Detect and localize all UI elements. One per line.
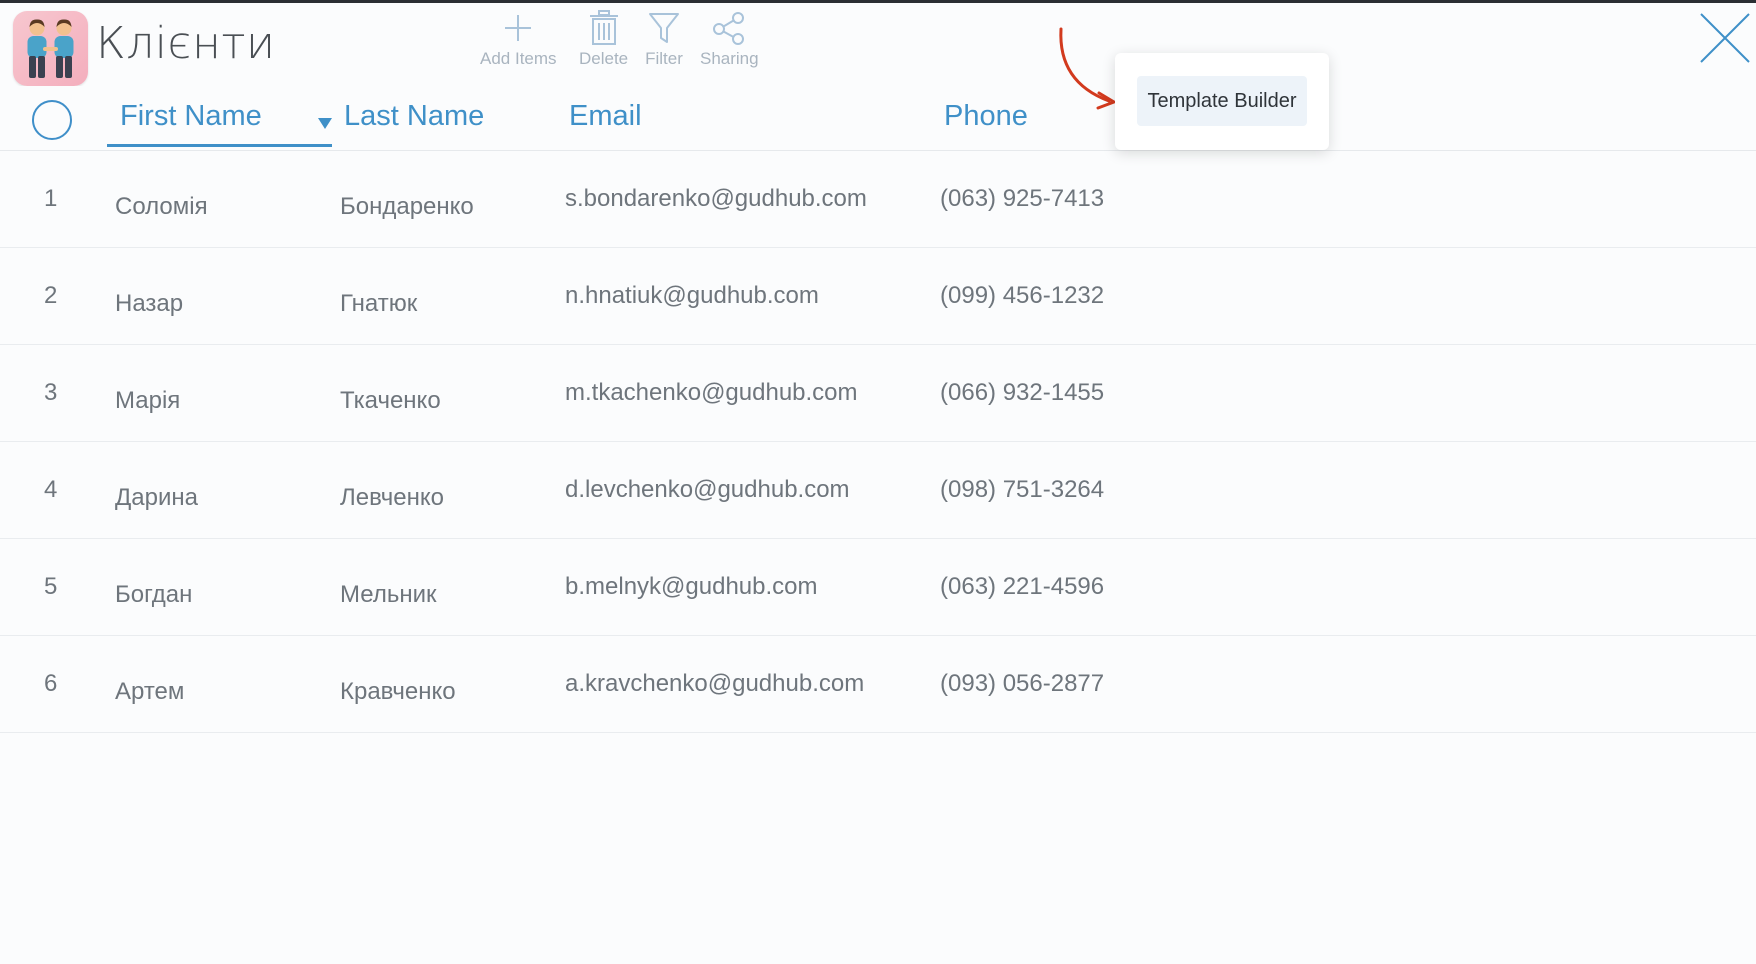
column-header-last-name[interactable]: Last Name bbox=[344, 100, 484, 133]
add-items-button[interactable]: Add Items bbox=[480, 8, 557, 72]
cell-phone: (063) 925-7413 bbox=[940, 185, 1105, 212]
sharing-label: Sharing bbox=[700, 49, 759, 68]
cell-last-name: Бондаренко bbox=[340, 193, 474, 220]
cell-email: m.tkachenko@gudhub.com bbox=[565, 379, 858, 406]
table-header: First Name Last Name Email Phone bbox=[0, 86, 1756, 151]
app-window: Клієнти Add Items Delete Filter Sharing … bbox=[0, 0, 1756, 964]
plus-icon bbox=[498, 8, 538, 48]
row-number: 2 bbox=[44, 282, 58, 309]
top-border bbox=[0, 0, 1756, 3]
table-row[interactable]: 6 Артем Кравченко a.kravchenko@gudhub.co… bbox=[0, 636, 1756, 733]
sharing-button[interactable]: Sharing bbox=[700, 8, 759, 72]
cell-first-name: Дарина bbox=[115, 484, 198, 511]
table-body: 1 Соломія Бондаренко s.bondarenko@gudhub… bbox=[0, 151, 1756, 733]
page-title: Клієнти bbox=[96, 18, 276, 69]
row-number: 3 bbox=[44, 379, 58, 406]
add-items-label: Add Items bbox=[480, 49, 557, 68]
cell-last-name: Мельник bbox=[340, 581, 437, 608]
row-number: 6 bbox=[44, 670, 58, 697]
template-builder-popover: Template Builder bbox=[1115, 53, 1329, 150]
share-icon bbox=[709, 8, 749, 48]
delete-label: Delete bbox=[579, 49, 629, 68]
table-row[interactable]: 1 Соломія Бондаренко s.bondarenko@gudhub… bbox=[0, 151, 1756, 248]
cell-first-name: Соломія bbox=[115, 193, 208, 220]
column-header-first-name[interactable]: First Name bbox=[120, 100, 262, 133]
cell-phone: (099) 456-1232 bbox=[940, 282, 1105, 309]
cell-phone: (066) 932-1455 bbox=[940, 379, 1105, 406]
cell-phone: (063) 221-4596 bbox=[940, 573, 1105, 600]
cell-email: n.hnatiuk@gudhub.com bbox=[565, 282, 819, 309]
cell-first-name: Артем bbox=[115, 678, 185, 705]
table-row[interactable]: 4 Дарина Левченко d.levchenko@gudhub.com… bbox=[0, 442, 1756, 539]
template-builder-button[interactable]: Template Builder bbox=[1137, 76, 1307, 126]
sort-indicator-underline bbox=[107, 144, 332, 147]
column-header-phone[interactable]: Phone bbox=[944, 100, 1028, 133]
delete-button[interactable]: Delete bbox=[579, 8, 628, 72]
cell-last-name: Кравченко bbox=[340, 678, 456, 705]
select-all-checkbox[interactable] bbox=[32, 100, 72, 140]
cell-email: b.melnyk@gudhub.com bbox=[565, 573, 818, 600]
filter-button[interactable]: Filter bbox=[644, 8, 684, 72]
filter-icon bbox=[644, 8, 684, 48]
row-number: 5 bbox=[44, 573, 58, 600]
column-header-email[interactable]: Email bbox=[569, 100, 642, 133]
cell-phone: (098) 751-3264 bbox=[940, 476, 1105, 503]
close-icon[interactable] bbox=[1697, 10, 1753, 66]
row-number: 1 bbox=[44, 185, 58, 212]
cell-last-name: Левченко bbox=[340, 484, 444, 511]
sort-desc-icon[interactable] bbox=[318, 118, 332, 129]
trash-icon bbox=[584, 8, 624, 48]
cell-email: a.kravchenko@gudhub.com bbox=[565, 670, 865, 697]
table-row[interactable]: 5 Богдан Мельник b.melnyk@gudhub.com (06… bbox=[0, 539, 1756, 636]
cell-last-name: Гнатюк bbox=[340, 290, 418, 317]
cell-phone: (093) 056-2877 bbox=[940, 670, 1105, 697]
filter-label: Filter bbox=[645, 49, 683, 68]
cell-first-name: Богдан bbox=[115, 581, 193, 608]
table-row[interactable]: 3 Марія Ткаченко m.tkachenko@gudhub.com … bbox=[0, 345, 1756, 442]
table-row[interactable]: 2 Назар Гнатюк n.hnatiuk@gudhub.com (099… bbox=[0, 248, 1756, 345]
cell-first-name: Марія bbox=[115, 387, 181, 414]
cell-email: s.bondarenko@gudhub.com bbox=[565, 185, 867, 212]
cell-last-name: Ткаченко bbox=[340, 387, 441, 414]
people-holding-hands-icon bbox=[13, 11, 88, 86]
row-number: 4 bbox=[44, 476, 58, 503]
cell-first-name: Назар bbox=[115, 290, 184, 317]
cell-email: d.levchenko@gudhub.com bbox=[565, 476, 850, 503]
